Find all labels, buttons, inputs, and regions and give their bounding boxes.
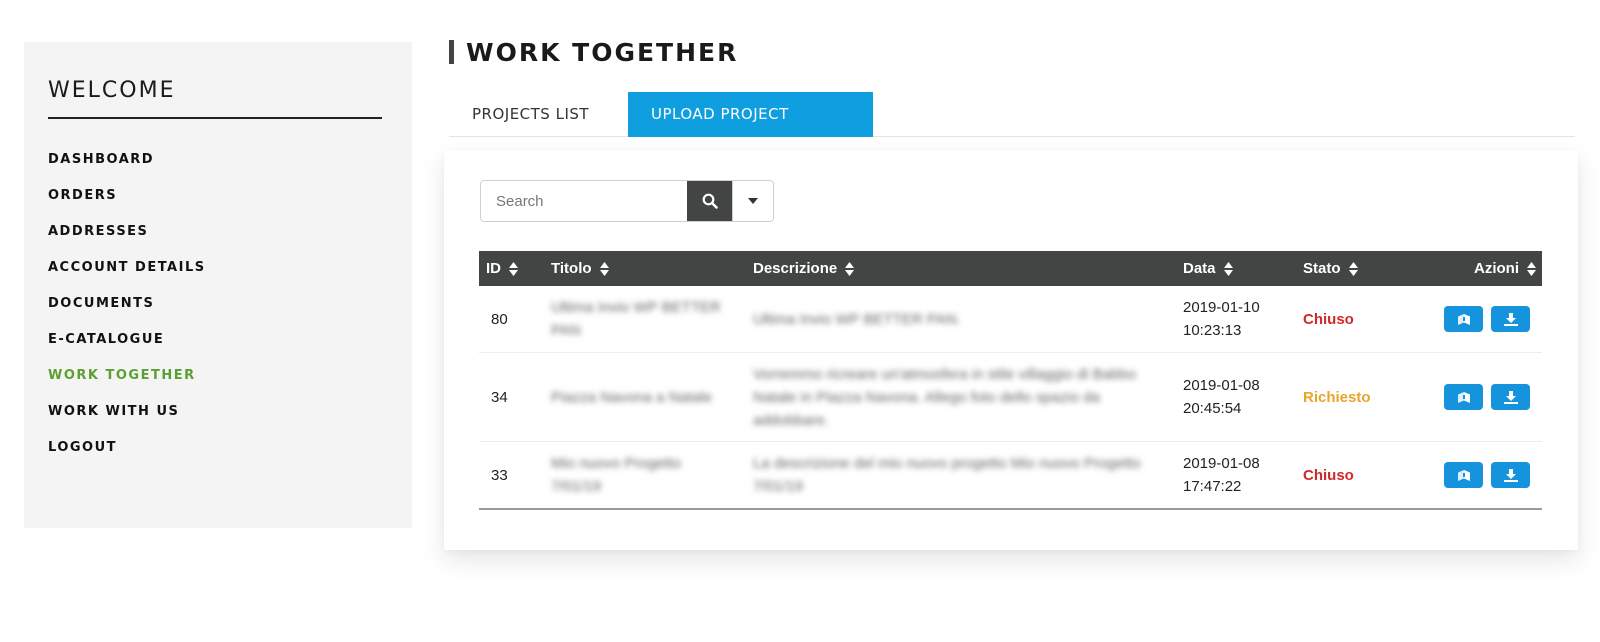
search-group (480, 180, 774, 222)
page-title: WORK TOGETHER (466, 37, 739, 67)
cell-titolo: Mio nuovo Progetto 7/01/19 (551, 455, 682, 495)
status-badge: Richiesto (1303, 388, 1371, 406)
column-header-titolo[interactable]: Titolo (551, 260, 753, 277)
view-project-button[interactable] (1444, 306, 1483, 332)
column-label: Stato (1303, 260, 1341, 277)
cell-descrizione: Ultima Invio WP BETTER PAN. (753, 310, 961, 328)
search-icon (702, 193, 718, 209)
sort-icon (509, 261, 518, 276)
cell-titolo: Piazza Navona a Natale (551, 388, 712, 406)
cell-descrizione: Vorremmo ricreare un'atmosfera in stile … (753, 365, 1137, 429)
search-button[interactable] (687, 181, 732, 221)
cell-date: 2019-01-10 (1183, 299, 1260, 316)
cell-data: 2019-01-10 10:23:13 (1183, 296, 1303, 342)
tab-bar: PROJECTS LIST UPLOAD PROJECT REQUEST (449, 92, 1575, 168)
cell-id: 33 (491, 466, 508, 484)
sidebar-item-documents[interactable]: DOCUMENTS (48, 296, 206, 332)
sort-icon (1348, 261, 1358, 276)
status-badge: Chiuso (1303, 466, 1354, 484)
sidebar-item-logout[interactable]: LOGOUT (48, 440, 206, 476)
column-label: Data (1183, 260, 1216, 277)
row-actions (1433, 384, 1542, 410)
column-header-id[interactable]: ID (479, 260, 551, 277)
caret-down-icon (748, 198, 758, 204)
cell-date: 2019-01-08 (1183, 377, 1260, 394)
sidebar-item-account-details[interactable]: ACCOUNT DETAILS (48, 260, 206, 296)
cell-descrizione: La descrizione del mio nuovo progetto Mi… (753, 455, 1141, 495)
cell-id: 34 (491, 388, 508, 406)
download-button[interactable] (1491, 462, 1530, 488)
page-header: WORK TOGETHER (449, 37, 739, 67)
column-header-descrizione[interactable]: Descrizione (753, 260, 1183, 277)
sort-icon (599, 261, 609, 276)
catalog-icon (1457, 391, 1470, 403)
view-project-button[interactable] (1444, 384, 1483, 410)
download-button[interactable] (1491, 384, 1530, 410)
row-actions (1433, 306, 1542, 332)
sidebar-title: WELCOME (48, 78, 176, 103)
cell-data: 2019-01-08 17:47:22 (1183, 452, 1303, 498)
column-label: Azioni (1474, 260, 1519, 277)
tab-upload-project-request[interactable]: UPLOAD PROJECT REQUEST (628, 92, 873, 168)
table-row[interactable]: 80 Ultima Invio WP BETTER PAN Ultima Inv… (479, 286, 1542, 353)
cell-data: 2019-01-08 20:45:54 (1183, 374, 1303, 420)
cell-date: 2019-01-08 (1183, 455, 1260, 472)
catalog-icon (1457, 313, 1470, 325)
cell-time: 10:23:13 (1183, 322, 1242, 339)
table-row[interactable]: 34 Piazza Navona a Natale Vorremmo ricre… (479, 353, 1542, 442)
search-filter-dropdown[interactable] (732, 181, 773, 221)
sort-icon (1527, 261, 1536, 276)
catalog-icon (1457, 469, 1470, 481)
status-badge: Chiuso (1303, 310, 1354, 328)
column-header-azioni[interactable]: Azioni (1433, 260, 1542, 277)
sidebar-item-addresses[interactable]: ADDRESSES (48, 224, 206, 260)
sort-icon (845, 261, 855, 276)
search-input[interactable] (481, 181, 687, 221)
column-header-data[interactable]: Data (1183, 260, 1303, 277)
column-header-stato[interactable]: Stato (1303, 260, 1433, 277)
cell-id: 80 (491, 310, 508, 328)
download-icon (1503, 390, 1518, 404)
view-project-button[interactable] (1444, 462, 1483, 488)
sidebar-divider (48, 117, 382, 119)
sidebar-nav: DASHBOARD ORDERS ADDRESSES ACCOUNT DETAI… (48, 152, 206, 476)
cell-time: 17:47:22 (1183, 478, 1242, 495)
download-button[interactable] (1491, 306, 1530, 332)
sidebar: WELCOME DASHBOARD ORDERS ADDRESSES ACCOU… (24, 42, 412, 528)
sort-icon (1223, 261, 1233, 276)
sidebar-item-dashboard[interactable]: DASHBOARD (48, 152, 206, 188)
table-row[interactable]: 33 Mio nuovo Progetto 7/01/19 La descriz… (479, 442, 1542, 510)
row-actions (1433, 462, 1542, 488)
download-icon (1503, 312, 1518, 326)
table-header: ID Titolo Descrizione Data Stato Azioni (479, 251, 1542, 286)
projects-table: ID Titolo Descrizione Data Stato Azioni (479, 251, 1542, 510)
title-accent-bar (449, 40, 454, 64)
column-label: ID (486, 260, 501, 277)
column-label: Descrizione (753, 260, 838, 277)
cell-titolo: Ultima Invio WP BETTER PAN (551, 299, 721, 339)
sidebar-item-e-catalogue[interactable]: E-CATALOGUE (48, 332, 206, 368)
download-icon (1503, 468, 1518, 482)
sidebar-item-work-with-us[interactable]: WORK WITH US (48, 404, 206, 440)
sidebar-item-orders[interactable]: ORDERS (48, 188, 206, 224)
sidebar-item-work-together[interactable]: WORK TOGETHER (48, 368, 206, 404)
cell-time: 20:45:54 (1183, 400, 1242, 417)
tab-projects-list[interactable]: PROJECTS LIST (449, 92, 628, 137)
column-label: Titolo (551, 260, 592, 277)
projects-card: ID Titolo Descrizione Data Stato Azioni (444, 150, 1578, 550)
